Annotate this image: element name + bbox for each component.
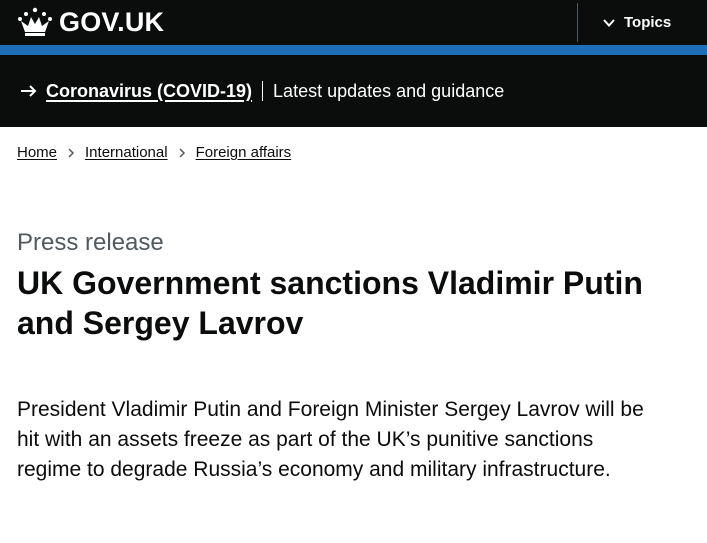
- banner-divider: [262, 81, 264, 101]
- document-type: Press release: [17, 229, 164, 256]
- covid-banner: Coronavirus (COVID-19) Latest updates an…: [0, 55, 707, 127]
- logo-text: GOV.UK: [59, 7, 165, 37]
- breadcrumb-international[interactable]: International: [85, 144, 168, 161]
- topics-menu-button[interactable]: Topics: [577, 3, 707, 42]
- arrow-right-icon: [21, 85, 37, 97]
- chevron-right-icon: [179, 147, 185, 158]
- topics-label: Topics: [624, 14, 672, 31]
- covid-link[interactable]: Coronavirus (COVID-19): [46, 81, 252, 102]
- chevron-right-icon: [68, 147, 75, 158]
- article-lede: President Vladimir Putin and Foreign Min…: [17, 398, 644, 481]
- page-title: UK Government sanctions Vladimir Putin a…: [17, 265, 643, 341]
- breadcrumb-foreign-affairs[interactable]: Foreign affairs: [196, 144, 292, 161]
- header-accent-bar: [0, 45, 707, 55]
- breadcrumb-home[interactable]: Home: [17, 144, 57, 161]
- site-header: GOV.UK Topics: [0, 0, 707, 45]
- breadcrumb: Home International Foreign affairs: [17, 144, 291, 161]
- chevron-down-icon: [603, 18, 615, 27]
- crown-icon: [18, 7, 52, 36]
- covid-description: Latest updates and guidance: [273, 80, 505, 101]
- govuk-logo-link[interactable]: GOV.UK: [17, 6, 164, 38]
